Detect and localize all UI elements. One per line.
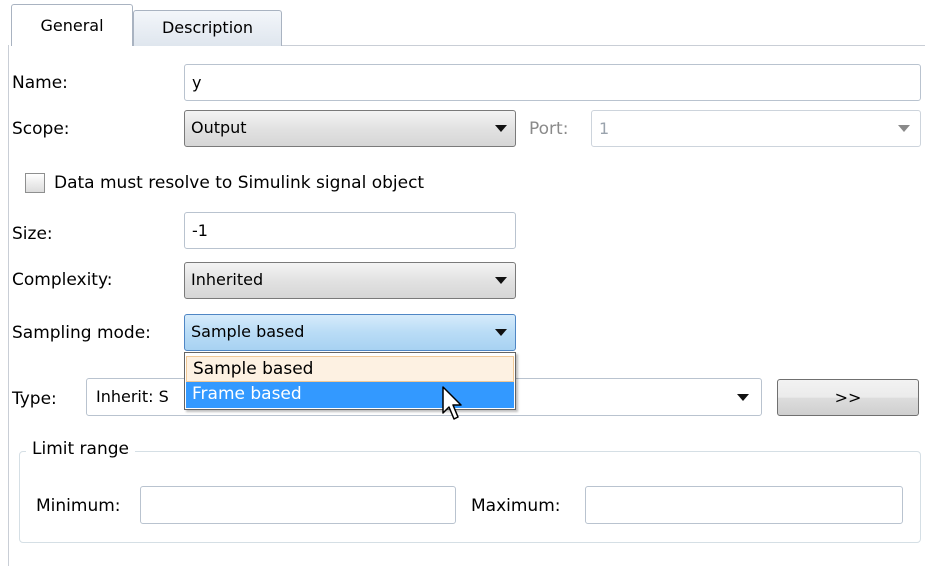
mouse-cursor-icon — [442, 386, 462, 420]
sampling-mode-select-value: Sample based — [191, 322, 305, 341]
name-field[interactable]: y — [184, 64, 921, 101]
chevron-down-icon — [495, 329, 507, 336]
tab-description[interactable]: Description — [133, 10, 282, 46]
chevron-down-icon — [737, 394, 749, 401]
sampling-mode-select[interactable]: Sample based — [184, 314, 516, 351]
maximum-label: Maximum: — [471, 496, 561, 516]
name-label: Name: — [12, 73, 68, 93]
panel-border-left — [8, 45, 9, 566]
chevron-down-icon — [495, 125, 507, 132]
maximum-field[interactable] — [585, 486, 903, 524]
complexity-select-value: Inherited — [191, 270, 264, 289]
complexity-select[interactable]: Inherited — [184, 262, 516, 299]
tab-general[interactable]: General — [11, 4, 133, 46]
port-select: 1 — [591, 110, 921, 147]
port-label: Port: — [529, 119, 569, 139]
chevron-down-icon — [898, 125, 910, 132]
chevron-down-icon — [495, 277, 507, 284]
limit-range-legend: Limit range — [26, 439, 135, 459]
type-field-value: Inherit: S — [96, 387, 169, 406]
data-type-assistant-button[interactable]: >> — [777, 379, 919, 416]
scope-select[interactable]: Output — [184, 110, 516, 147]
type-label: Type: — [12, 389, 57, 409]
resolve-signal-checkbox[interactable] — [25, 173, 45, 193]
port-select-value: 1 — [599, 119, 610, 138]
complexity-label: Complexity: — [12, 270, 113, 290]
size-label: Size: — [12, 224, 53, 244]
minimum-label: Minimum: — [36, 496, 121, 516]
scope-select-value: Output — [191, 118, 247, 137]
scope-label: Scope: — [12, 119, 70, 139]
resolve-signal-label: Data must resolve to Simulink signal obj… — [54, 173, 425, 193]
minimum-field[interactable] — [140, 486, 456, 524]
panel-border-top — [282, 45, 925, 46]
size-field[interactable]: -1 — [184, 212, 516, 249]
dropdown-option-sample-based[interactable]: Sample based — [186, 356, 514, 382]
sampling-mode-label: Sampling mode: — [12, 323, 151, 343]
